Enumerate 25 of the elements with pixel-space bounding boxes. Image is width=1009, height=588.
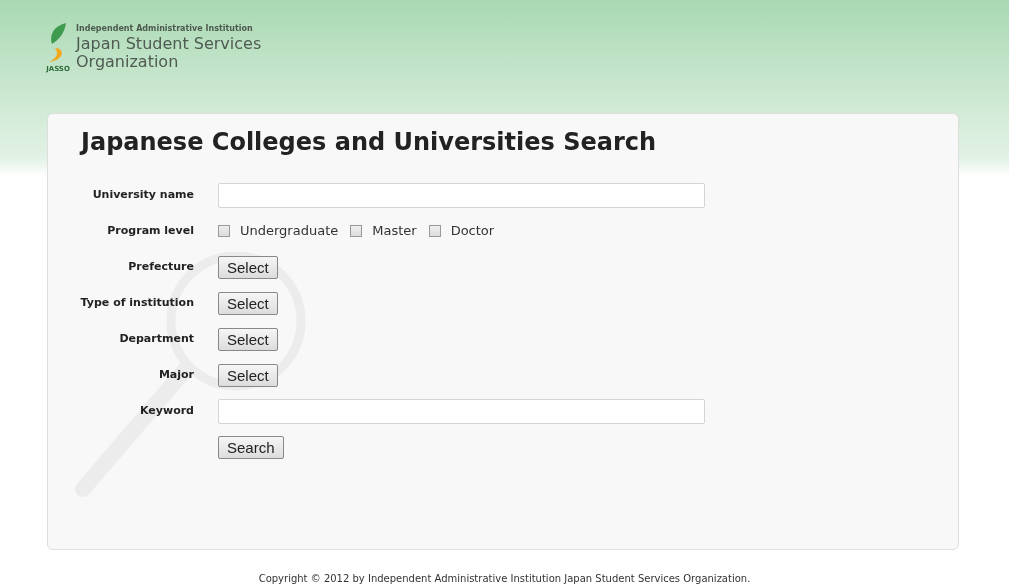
field-label: Keyword <box>139 402 195 419</box>
copyright-text: Copyright © 2012 by Independent Administrative Institution Japan Student Services Organization. <box>258 572 751 586</box>
field-label: Program level <box>106 222 195 239</box>
field-label: Prefecture <box>127 258 195 275</box>
field-label: Major <box>157 366 195 383</box>
field-label: Department <box>118 330 195 347</box>
search-button[interactable]: Search <box>218 435 284 459</box>
checkbox-label: Undergraduate <box>240 222 339 241</box>
select-button[interactable]: Select <box>218 327 278 351</box>
checkbox[interactable] <box>218 225 230 237</box>
checkbox[interactable] <box>350 225 363 237</box>
select-button[interactable]: Select <box>218 363 278 387</box>
page-title: Japanese Colleges and Universities Search <box>81 127 658 158</box>
org-name: Organization <box>76 53 180 71</box>
org-name: Japan Student Services <box>76 35 262 53</box>
select-button[interactable]: Select <box>218 291 278 315</box>
field-label: Type of institution <box>79 294 195 311</box>
field-label: University name <box>91 186 195 203</box>
checkbox-label: Master <box>372 222 417 241</box>
checkbox[interactable] <box>428 225 441 237</box>
text-field[interactable] <box>218 182 705 208</box>
select-button[interactable]: Select <box>218 255 278 279</box>
text-field[interactable] <box>218 398 705 424</box>
checkbox-label: Doctor <box>450 222 495 241</box>
org-subtitle: Independent Administrative Institution <box>76 23 254 35</box>
